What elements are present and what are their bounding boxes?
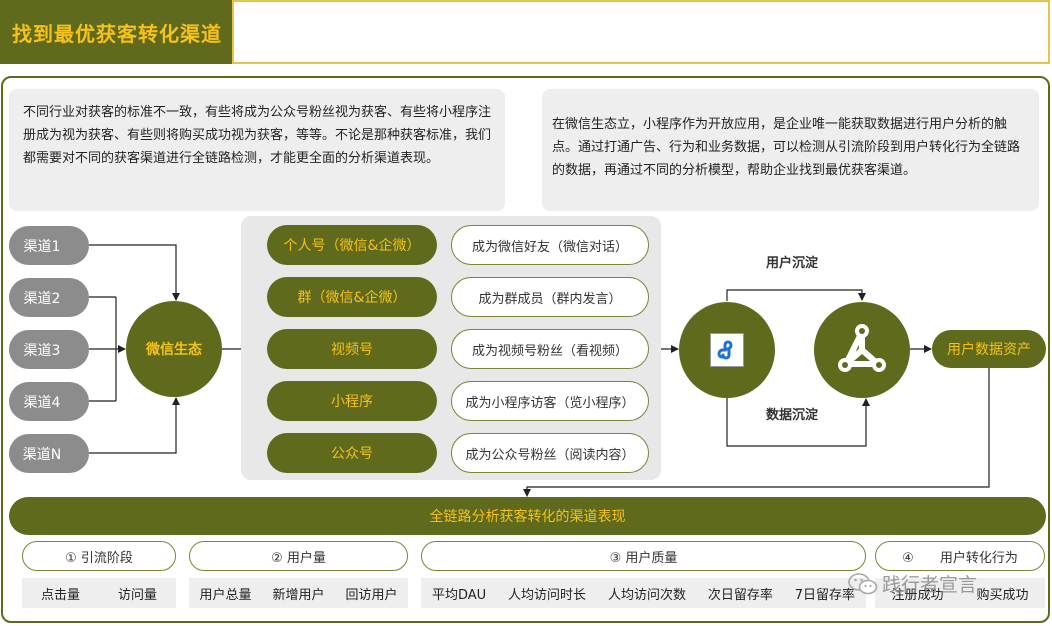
action-official-account: 成为公众号粉丝（阅读内容） [451,433,649,473]
watermark: 践行者宣言 [848,570,977,597]
platform-video: 视频号 [267,329,437,369]
data-settle-label: 数据沉淀 [766,408,819,423]
metric-avg-dau: 平均DAU [431,587,487,603]
channel-1: 渠道1 [9,226,89,265]
stage-traffic: ① 引流阶段 [22,541,176,571]
watermark-text: 践行者宣言 [882,574,978,596]
metric-return-users: 回访用户 [345,587,398,603]
action-mini-program: 成为小程序访客（览小程序） [451,381,649,421]
stage-user-quality: ③ 用户质量 [421,541,866,571]
stage-user-volume: ② 用户量 [189,541,408,571]
channel-2: 渠道2 [9,278,89,317]
channel-n: 渠道N [9,434,89,473]
metrics-user-volume: 用户总量 新增用户 回访用户 [189,578,408,608]
user-data-assets: 用户数据资产 [932,330,1046,368]
metric-visits: 访问量 [117,587,157,603]
platform-official-account: 公众号 [267,433,437,473]
wechat-ecosystem-node: 微信生态 [126,301,222,397]
fullchain-analysis-bar: 全链路分析获客转化的渠道表现 [9,497,1046,535]
metric-total-users: 用户总量 [199,587,252,603]
platform-group: 群（微信&企微） [267,277,437,317]
channel-4: 渠道4 [9,382,89,421]
platform-mini-program: 小程序 [267,381,437,421]
stage-conversion: ④ 用户转化行为 [875,541,1045,571]
action-video: 成为视频号粉丝（看视频） [451,329,649,369]
metric-avg-visits: 人均访问次数 [607,587,686,603]
metrics-user-quality: 平均DAU 人均访问时长 人均访问次数 次日留存率 7日留存率 [421,578,866,608]
metric-purchase: 购买成功 [976,587,1029,603]
metrics-traffic: 点击量 访问量 [22,578,176,608]
graph-network-node [814,302,910,398]
metric-avg-duration: 人均访问时长 [508,587,587,603]
action-personal: 成为微信好友（微信对话） [451,225,649,265]
channel-3: 渠道3 [9,330,89,369]
action-group: 成为群成员（群内发言） [451,277,649,317]
metric-day7-retention: 7日留存率 [794,587,856,603]
user-settle-label: 用户沉淀 [766,256,819,271]
graph-network-icon [838,324,886,372]
platform-personal: 个人号（微信&企微） [267,225,437,265]
wechat-icon [848,572,878,594]
metric-new-users: 新增用户 [272,587,325,603]
metric-day1-retention: 次日留存率 [707,587,773,603]
metric-clicks: 点击量 [40,587,80,603]
mini-program-node [679,302,775,398]
mini-program-icon [710,333,744,367]
